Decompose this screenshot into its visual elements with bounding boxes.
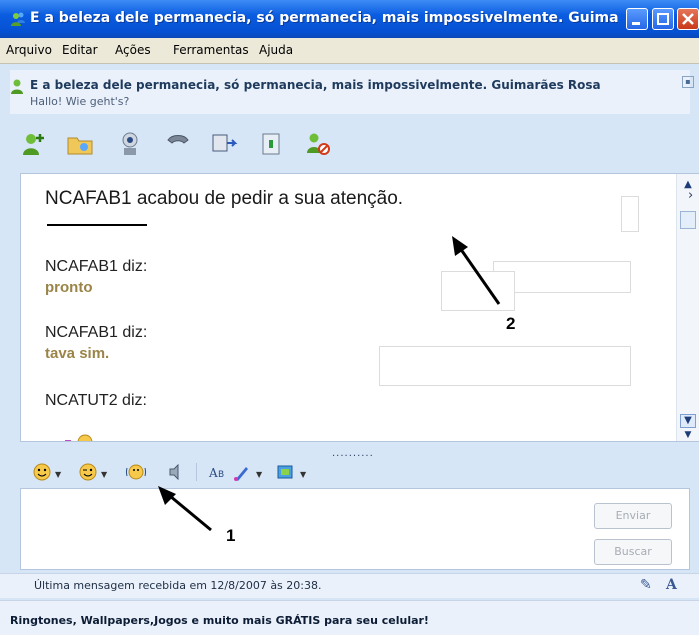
messenger-window: E a beleza dele permanecia, só permaneci… [0,0,699,635]
annotation-arrow-1 [169,494,212,532]
annotation-arrow-2 [458,247,501,305]
arrow-head-icon [452,236,468,256]
annotation-label: 2 [506,314,516,333]
annotation-overlay [158,236,501,532]
annotation-label: 1 [226,526,236,545]
arrow-head-icon [158,486,176,505]
